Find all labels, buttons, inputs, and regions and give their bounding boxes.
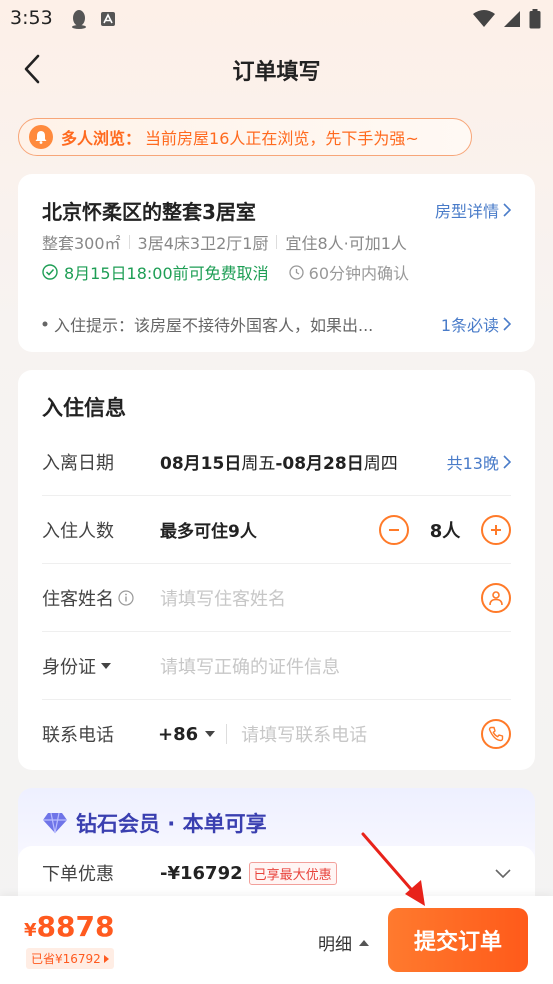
- id-input[interactable]: 请填写正确的证件信息: [160, 653, 340, 679]
- chevron-right-icon: [503, 317, 511, 331]
- id-row: 身份证 请填写正确的证件信息: [42, 632, 511, 700]
- discount-value: -¥16792: [160, 862, 243, 884]
- guest-name-row: 住客姓名 请填写住客姓名: [42, 564, 511, 632]
- qq-notification-icon: [72, 10, 86, 29]
- price-detail-button[interactable]: 明细: [318, 930, 370, 955]
- diamond-icon: [43, 812, 67, 834]
- max-guests: 最多可住9人: [160, 522, 257, 542]
- end-weekday: 周四: [363, 454, 398, 474]
- battery-icon: [529, 9, 541, 29]
- must-read-link[interactable]: 1条必读: [441, 312, 511, 336]
- date-range: 08月15日周五-08月28日周四: [160, 449, 398, 474]
- room-layout: 3居4床3卫2厅1厨: [137, 234, 269, 253]
- select-guest-button[interactable]: [481, 582, 511, 613]
- caret-down-icon: [101, 662, 111, 669]
- guests-row: 入住人数 最多可住9人 8人: [42, 496, 511, 564]
- banner-text: 当前房屋16人正在浏览，先下手为强~: [145, 129, 419, 148]
- increase-guests-button[interactable]: [481, 514, 511, 545]
- vip-title: 钻石会员 · 本单可享: [42, 808, 267, 838]
- start-weekday: 周五: [241, 454, 276, 474]
- guest-count: 8人: [429, 520, 461, 542]
- currency-symbol: ¥: [24, 920, 37, 941]
- status-time: 3:53: [10, 7, 53, 29]
- spec-divider: [276, 235, 278, 249]
- nights-link[interactable]: 共13晚: [447, 450, 511, 474]
- total-price: ¥ 8878: [24, 910, 114, 943]
- plus-icon: [491, 524, 501, 535]
- room-area: 整套300㎡: [42, 234, 121, 253]
- room-title: 北京怀柔区的整套3居室: [42, 200, 256, 224]
- contact-picker-button[interactable]: [481, 719, 511, 749]
- checkin-info-card: 入住信息 入离日期 08月15日周五-08月28日周四 共13晚 入住人数 最多…: [18, 370, 535, 770]
- wifi-icon: [473, 10, 495, 27]
- decrease-guests-button[interactable]: [379, 514, 409, 545]
- bullet-icon: [42, 321, 48, 327]
- room-detail-label: 房型详情: [434, 202, 499, 221]
- code-divider: [226, 724, 228, 744]
- browsing-banner: 多人浏览： 当前房屋16人正在浏览，先下手为强~: [18, 118, 472, 156]
- phone-label: 联系电话: [42, 725, 114, 746]
- country-code: +86: [158, 723, 199, 745]
- nav-bar: 订单填写: [0, 44, 553, 94]
- guests-label: 入住人数: [42, 520, 114, 542]
- date-label: 入离日期: [42, 452, 114, 474]
- id-type-label: 身份证: [42, 656, 96, 678]
- discount-label: 下单优惠: [42, 864, 114, 885]
- chevron-right-icon: [503, 454, 511, 469]
- phone-icon: [488, 726, 504, 742]
- room-detail-link[interactable]: 房型详情: [435, 198, 511, 222]
- checkin-title: 入住信息: [42, 396, 126, 420]
- check-circle-icon: [42, 264, 58, 280]
- vip-title-text: 钻石会员 · 本单可享: [76, 812, 267, 836]
- discount-badge: 已享最大优惠: [248, 861, 337, 885]
- caret-up-icon: [359, 939, 369, 946]
- banner-tag: 多人浏览：: [61, 129, 142, 148]
- info-icon[interactable]: [118, 589, 134, 606]
- room-policy: 8月15日18:00前可免费取消 60分钟内确认: [42, 260, 409, 284]
- end-date: 08月28日: [282, 454, 364, 474]
- status-bar: 3:53: [0, 0, 553, 38]
- room-card: 北京怀柔区的整套3居室 房型详情 整套300㎡ 3居4床3卫2厅1厨 宜住8人·…: [18, 174, 535, 352]
- chevron-down-icon: [495, 869, 511, 879]
- start-date: 08月15日: [160, 454, 242, 474]
- saved-amount: 已省¥16792: [31, 952, 101, 966]
- room-tip-text: 入住提示：该房屋不接待外国客人，如果出...: [54, 316, 374, 335]
- country-code-select[interactable]: +86: [158, 724, 216, 745]
- chevron-right-icon: [503, 203, 511, 217]
- minus-icon: [389, 528, 399, 531]
- phone-row: 联系电话 +86 请填写联系电话: [42, 700, 511, 768]
- date-row[interactable]: 入离日期 08月15日周五-08月28日周四 共13晚: [42, 428, 511, 496]
- bell-icon: [29, 125, 53, 149]
- discount-row[interactable]: 下单优惠 -¥16792 已享最大优惠: [42, 860, 511, 886]
- confirm-time: 60分钟内确认: [308, 264, 410, 283]
- room-capacity: 宜住8人·可加1人: [285, 234, 407, 253]
- must-read-label: 1条必读: [440, 316, 499, 335]
- page-title: 订单填写: [232, 60, 321, 85]
- submit-order-button[interactable]: 提交订单: [388, 908, 528, 972]
- expand-discount-button[interactable]: [495, 864, 511, 883]
- clock-icon: [289, 264, 304, 280]
- guest-stepper: 8人: [379, 514, 511, 545]
- cancel-policy: 8月15日18:00前可免费取消: [64, 264, 269, 283]
- room-specs: 整套300㎡ 3居4床3卫2厅1厨 宜住8人·可加1人: [42, 230, 407, 254]
- app-notification-icon: [101, 12, 115, 26]
- guest-name-label: 住客姓名: [42, 585, 160, 611]
- saved-badge: 已省¥16792: [26, 948, 114, 969]
- guest-name-input[interactable]: 请填写住客姓名: [160, 585, 286, 611]
- caret-right-icon: [103, 954, 109, 963]
- price-detail-label: 明细: [318, 935, 352, 955]
- nights-count: 共13晚: [446, 453, 499, 473]
- id-type-select[interactable]: 身份证: [42, 653, 160, 679]
- person-icon: [489, 590, 503, 605]
- room-tip: 入住提示：该房屋不接待外国客人，如果出...: [42, 312, 373, 336]
- guest-name-label-text: 住客姓名: [42, 588, 114, 610]
- cellular-signal-icon: [504, 11, 520, 27]
- caret-down-icon: [205, 731, 216, 737]
- price-value: 8878: [36, 910, 115, 943]
- confirm-info: 60分钟内确认: [289, 260, 409, 284]
- phone-input[interactable]: 请填写联系电话: [241, 721, 367, 747]
- bottom-bar: ¥ 8878 已省¥16792 明细 提交订单: [0, 896, 553, 984]
- spec-divider: [128, 235, 130, 249]
